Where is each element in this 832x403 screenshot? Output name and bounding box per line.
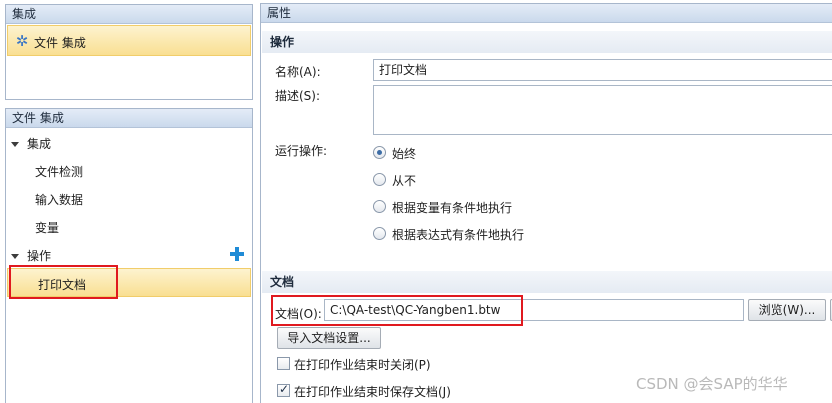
expand-arrow-icon[interactable] xyxy=(11,254,19,259)
gear-icon: ✲ xyxy=(15,32,29,50)
integration-item[interactable]: ✲ 文件 集成 xyxy=(7,25,251,56)
tree-group-integration[interactable]: 集成 xyxy=(11,134,251,154)
description-field[interactable] xyxy=(373,85,832,135)
action-section-heading: 操作 xyxy=(262,31,832,53)
checkbox-label: 在打印作业结束时关闭(P) xyxy=(294,358,431,372)
tree-panel-title: 文件 集成 xyxy=(6,109,252,128)
properties-panel: 属性 操作 名称(A): 打印文档 描述(S): 运行操作: 始终 从不 根据变… xyxy=(260,3,832,403)
watermark: CSDN @会SAP的华华 xyxy=(636,375,788,393)
tree-group-label: 集成 xyxy=(27,137,52,151)
run-action-label: 运行操作: xyxy=(275,144,328,158)
tree-item-print-document[interactable]: 打印文档 xyxy=(7,268,251,297)
integration-panel-title: 集成 xyxy=(6,5,252,24)
document-path-field[interactable]: C:\QA-test\QC-Yangben1.btw xyxy=(324,299,744,321)
checkbox-checked-icon[interactable] xyxy=(277,382,290,397)
tree-group-actions[interactable]: 操作 xyxy=(11,246,211,266)
plus-icon[interactable] xyxy=(230,247,244,261)
integration-item-label: 文件 集成 xyxy=(34,36,86,50)
tree-item-variables[interactable]: 变量 xyxy=(35,218,59,238)
checkbox-icon[interactable] xyxy=(277,357,290,370)
document-section-heading: 文档 xyxy=(262,271,832,293)
tree-group-label: 操作 xyxy=(27,249,52,263)
tree-item-input-data[interactable]: 输入数据 xyxy=(35,190,83,210)
radio-button-icon[interactable] xyxy=(373,200,386,213)
expand-arrow-icon[interactable] xyxy=(11,142,19,147)
tree-item-label: 打印文档 xyxy=(38,278,87,292)
browse-button[interactable]: 浏览(W)... xyxy=(748,299,826,321)
tree-panel: 文件 集成 集成 文件检测 输入数据 变量 操作 打印文档 xyxy=(5,108,253,403)
name-label: 名称(A): xyxy=(275,65,321,79)
radio-button-icon[interactable] xyxy=(373,227,386,240)
import-document-settings-button[interactable]: 导入文档设置... xyxy=(277,327,381,349)
run-option-label: 根据表达式有条件地执行 xyxy=(392,228,525,242)
run-option-label: 始终 xyxy=(392,147,417,161)
run-option-label: 从不 xyxy=(392,174,417,188)
properties-panel-title: 属性 xyxy=(261,4,832,23)
integration-panel: 集成 ✲ 文件 集成 xyxy=(5,4,253,100)
document-label: 文档(O): xyxy=(275,307,322,321)
radio-button-icon[interactable] xyxy=(373,146,386,159)
checkbox-label: 在打印作业结束时保存文档(J) xyxy=(294,385,451,399)
description-label: 描述(S): xyxy=(275,89,321,103)
run-option-label: 根据变量有条件地执行 xyxy=(392,201,513,215)
tree-item-file-detection[interactable]: 文件检测 xyxy=(35,162,83,182)
name-field[interactable]: 打印文档 xyxy=(373,59,832,81)
radio-button-icon[interactable] xyxy=(373,173,386,186)
